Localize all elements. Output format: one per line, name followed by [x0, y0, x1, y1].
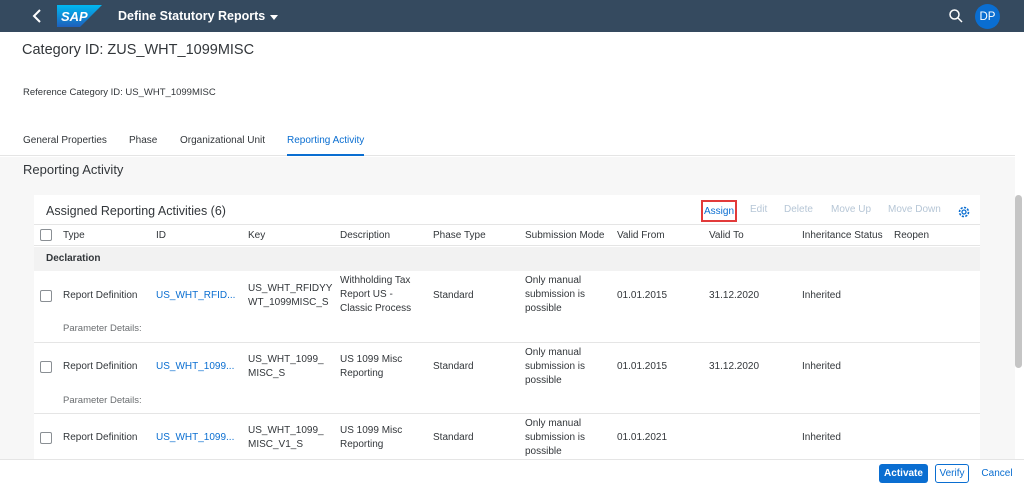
tab-bar: General Properties Phase Organizational …	[0, 128, 1015, 156]
table-title: Assigned Reporting Activities (6)	[46, 204, 226, 218]
cell-submission-line: possible	[525, 446, 562, 457]
cell-key-line: US_WHT_1099_	[248, 354, 324, 365]
column-header-id[interactable]: ID	[156, 230, 166, 241]
table-header: Type ID Key Description Phase Type Submi…	[34, 224, 980, 246]
sap-logo-text: SAP	[61, 9, 88, 24]
cell-description: Withholding Tax Report US - Classic Proc…	[340, 274, 411, 316]
footer-bar	[0, 459, 1024, 487]
column-header-description[interactable]: Description	[340, 230, 390, 241]
tab-organizational-unit[interactable]: Organizational Unit	[180, 135, 265, 156]
cell-key-line: MISC_V1_S	[248, 439, 304, 450]
cell-key: US_WHT_RFIDYY WT_1099MISC_S	[248, 282, 332, 310]
app-title: Define Statutory Reports	[118, 9, 266, 23]
cell-description-line: US 1099 Misc	[340, 425, 403, 436]
cell-phase-type: Standard	[433, 361, 474, 372]
delete-button[interactable]: Delete	[784, 204, 813, 215]
cell-submission-line: Only manual	[525, 347, 582, 358]
cell-description-line: Withholding Tax	[340, 275, 411, 286]
column-header-inheritance-status[interactable]: Inheritance Status	[802, 230, 883, 241]
cell-id-link[interactable]: US_WHT_1099...	[156, 360, 234, 374]
cell-description: US 1099 Misc Reporting	[340, 424, 402, 452]
cell-key-line: WT_1099MISC_S	[248, 297, 329, 308]
cell-submission-line: Only manual	[525, 275, 582, 286]
shell-bar: SAP Define Statutory Reports DP	[0, 0, 1024, 32]
column-header-key[interactable]: Key	[248, 230, 265, 241]
move-down-button[interactable]: Move Down	[888, 204, 941, 215]
cell-submission-line: possible	[525, 303, 562, 314]
reference-category: Reference Category ID: US_WHT_1099MISC	[23, 87, 216, 98]
column-header-valid-to[interactable]: Valid To	[709, 230, 744, 241]
column-header-reopen[interactable]: Reopen	[894, 230, 929, 241]
app-title-menu[interactable]: Define Statutory Reports	[118, 9, 279, 23]
cell-valid-from: 01.01.2015	[617, 290, 668, 301]
row-divider	[34, 342, 980, 343]
section-title: Reporting Activity	[23, 162, 124, 177]
assign-button[interactable]: Assign	[701, 200, 737, 222]
cell-submission-mode: Only manual submission is possible	[525, 274, 585, 316]
search-icon[interactable]	[948, 8, 964, 24]
tab-general-properties[interactable]: General Properties	[23, 135, 107, 156]
gear-icon[interactable]	[957, 205, 971, 219]
row-divider	[34, 413, 980, 414]
cell-description-line: Report US -	[340, 289, 393, 300]
cell-description-line: Reporting	[340, 439, 384, 450]
cell-type: Report Definition	[63, 290, 138, 301]
cell-key-line: MISC_S	[248, 368, 286, 379]
column-header-valid-from[interactable]: Valid From	[617, 230, 665, 241]
row-checkbox[interactable]	[40, 432, 52, 444]
vertical-scrollbar[interactable]	[1015, 195, 1022, 368]
cell-inheritance-status: Inherited	[802, 432, 841, 443]
cell-inheritance-status: Inherited	[802, 361, 841, 372]
cell-type: Report Definition	[63, 432, 138, 443]
cell-inheritance-status: Inherited	[802, 290, 841, 301]
cell-submission-line: submission is	[525, 289, 586, 300]
chevron-down-icon	[270, 14, 279, 20]
verify-button[interactable]: Verify	[935, 464, 969, 483]
cell-submission-line: submission is	[525, 432, 586, 443]
cell-submission-mode: Only manual submission is possible	[525, 346, 585, 388]
cell-key: US_WHT_1099_ MISC_V1_S	[248, 424, 324, 452]
cell-valid-to: 31.12.2020	[709, 290, 760, 301]
cell-key: US_WHT_1099_ MISC_S	[248, 353, 324, 381]
select-all-checkbox[interactable]	[40, 229, 52, 241]
cell-submission-line: possible	[525, 375, 562, 386]
column-header-type[interactable]: Type	[63, 230, 85, 241]
tab-phase[interactable]: Phase	[129, 135, 157, 156]
cell-submission-line: submission is	[525, 361, 586, 372]
group-label: Declaration	[46, 253, 101, 264]
row-checkbox[interactable]	[40, 361, 52, 373]
cell-key-line: US_WHT_1099_	[248, 425, 324, 436]
parameter-details-label: Parameter Details:	[63, 323, 142, 334]
cell-type: Report Definition	[63, 361, 138, 372]
move-up-button[interactable]: Move Up	[831, 204, 871, 215]
column-header-submission-mode[interactable]: Submission Mode	[525, 230, 604, 241]
tab-reporting-activity[interactable]: Reporting Activity	[287, 135, 365, 156]
cell-valid-from: 01.01.2015	[617, 361, 668, 372]
edit-button[interactable]: Edit	[750, 204, 767, 215]
cell-id-link[interactable]: US_WHT_1099...	[156, 431, 234, 445]
group-header-row: Declaration	[34, 247, 980, 271]
activate-button[interactable]: Activate	[879, 464, 928, 483]
cell-id-link[interactable]: US_WHT_RFID...	[156, 289, 235, 303]
cell-description-line: Reporting	[340, 368, 384, 379]
column-header-phase-type[interactable]: Phase Type	[433, 230, 486, 241]
cancel-button[interactable]: Cancel	[977, 464, 1017, 483]
cell-phase-type: Standard	[433, 432, 474, 443]
parameter-details-label: Parameter Details:	[63, 395, 142, 406]
avatar[interactable]: DP	[975, 4, 1000, 29]
cell-description-line: Classic Process	[340, 303, 412, 314]
cell-phase-type: Standard	[433, 290, 474, 301]
cell-valid-from: 01.01.2021	[617, 432, 668, 443]
sap-logo[interactable]: SAP	[57, 5, 102, 27]
row-checkbox[interactable]	[40, 290, 52, 302]
page-title: Category ID: ZUS_WHT_1099MISC	[22, 42, 255, 58]
cell-submission-mode: Only manual submission is possible	[525, 417, 585, 459]
back-icon[interactable]	[27, 9, 49, 23]
cell-key-line: US_WHT_RFIDYY	[248, 283, 333, 294]
cell-submission-line: Only manual	[525, 418, 582, 429]
cell-description-line: US 1099 Misc	[340, 354, 403, 365]
cell-description: US 1099 Misc Reporting	[340, 353, 402, 381]
cell-valid-to: 31.12.2020	[709, 361, 760, 372]
